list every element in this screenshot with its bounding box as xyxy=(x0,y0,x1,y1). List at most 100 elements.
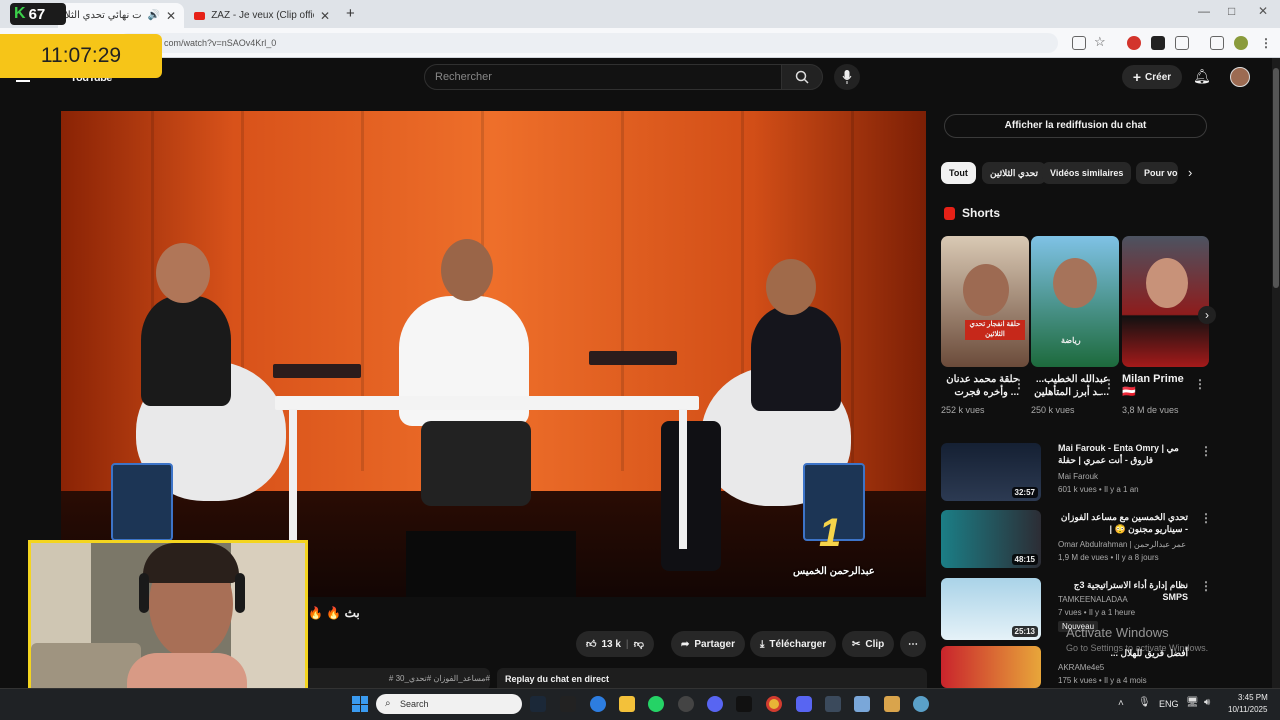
clip-button[interactable]: ✂ Clip xyxy=(842,631,895,657)
short-thumbnail-2[interactable]: رياضة xyxy=(1031,236,1119,367)
search-icon: ⌕ xyxy=(385,698,391,709)
short-menu-icon[interactable]: ⋮ xyxy=(1194,377,1206,391)
voice-search-button[interactable] xyxy=(834,64,860,90)
like-count: 13 k xyxy=(601,638,621,650)
minimize-button[interactable]: — xyxy=(1198,4,1210,18)
install-app-icon[interactable] xyxy=(1072,36,1086,50)
video-player[interactable]: 1 عبدالرحمن الخميس xyxy=(61,111,926,597)
stream-counter: K 67 xyxy=(10,3,66,25)
video-thumbnail-3[interactable]: 25:13 xyxy=(941,578,1041,640)
app-icon[interactable] xyxy=(913,696,929,712)
reading-list-icon[interactable] xyxy=(1210,36,1224,50)
chrome-icon[interactable] xyxy=(766,696,782,712)
chip-for-you[interactable]: Pour vo xyxy=(1136,162,1178,184)
maximize-button[interactable]: □ xyxy=(1228,4,1235,18)
clock-time[interactable]: 3:45 PM xyxy=(1238,693,1268,702)
clip-label: Clip xyxy=(865,638,885,650)
chip-all[interactable]: Tout xyxy=(941,162,976,184)
windows-start-icon[interactable] xyxy=(352,696,368,712)
channel-name-4[interactable]: AKRAMe4e5 xyxy=(1058,663,1104,672)
stream-timer: 11:07:29 xyxy=(0,34,162,78)
search-input[interactable]: Rechercher xyxy=(424,64,782,90)
video-menu-icon[interactable]: ⋮ xyxy=(1200,444,1212,458)
account-avatar[interactable] xyxy=(1230,67,1250,87)
new-tab-button[interactable]: + xyxy=(346,5,355,22)
more-actions-button[interactable]: ⋯ xyxy=(900,631,926,657)
short-title-3[interactable]: Milan Prime 🇦🇹 xyxy=(1122,373,1200,400)
short-title-1[interactable]: حلقة محمد عدنان ... وأخره فجرت xyxy=(941,373,1019,400)
chatgpt-icon[interactable] xyxy=(678,696,694,712)
chip-similar[interactable]: Vidéos similaires xyxy=(1042,162,1132,184)
network-icon[interactable]: 🖥︎ xyxy=(1186,697,1199,708)
page-scrollbar[interactable] xyxy=(1272,58,1280,688)
channel-name-3[interactable]: TAMKEENALADAA xyxy=(1058,595,1128,604)
app-icon[interactable] xyxy=(560,696,576,712)
player-card-number: 1 xyxy=(819,511,842,555)
plus-icon: + xyxy=(1132,69,1142,85)
edge-icon[interactable] xyxy=(590,696,606,712)
video-meta-2: 1,9 M de vues • Il y a 8 jours xyxy=(1058,553,1159,562)
video-thumbnail-4[interactable] xyxy=(941,646,1041,688)
short-title-2[interactable]: عبدالله الخطيب... ...ـد أبرز المتأهلين xyxy=(1031,373,1109,400)
hashtags-box[interactable]: #مساعد_الفوزان #تحدي_30 # xyxy=(300,668,490,690)
language-indicator[interactable]: ENG xyxy=(1159,699,1179,709)
tab-zaz-video[interactable]: ZAZ - Je veux (Clip officiel) - Yo ✕ xyxy=(186,3,338,28)
tray-chevron-icon[interactable]: ˄ xyxy=(1118,698,1124,709)
short-menu-icon[interactable]: ⋮ xyxy=(1103,377,1115,391)
file-explorer-icon[interactable] xyxy=(619,696,635,712)
whatsapp-icon[interactable] xyxy=(648,696,664,712)
tiktok-icon[interactable] xyxy=(736,696,752,712)
profile-avatar-icon[interactable] xyxy=(1234,36,1248,50)
show-chat-replay-button[interactable]: Afficher la rediffusion du chat xyxy=(944,114,1207,138)
video-title-2[interactable]: تحدي الخمسين مع مساعد الفوزان - سيناريو … xyxy=(1058,511,1188,535)
chip-challenge[interactable]: تحدي الثلاثين xyxy=(982,162,1046,184)
chevron-right-icon[interactable]: › xyxy=(1188,165,1192,180)
speaker-icon[interactable]: 🔊 xyxy=(147,10,159,21)
extensions-puzzle-icon[interactable] xyxy=(1175,36,1189,50)
adblock-extension-icon[interactable] xyxy=(1127,36,1141,50)
taskbar-search-box[interactable]: Search xyxy=(376,694,522,714)
download-button[interactable]: ⤓ Télécharger xyxy=(750,631,837,657)
app-icon[interactable] xyxy=(825,696,841,712)
browser-menu-icon[interactable]: ⋮ xyxy=(1260,36,1272,50)
obs-icon[interactable] xyxy=(707,696,723,712)
notifications-bell-icon[interactable]: 🔔︎ xyxy=(1193,68,1211,85)
steam-icon[interactable] xyxy=(530,696,546,712)
app-icon[interactable] xyxy=(854,696,870,712)
volume-icon[interactable]: 🔊︎ xyxy=(1204,697,1210,708)
video-thumbnail-1[interactable]: 32:57 xyxy=(941,443,1041,501)
short-thumbnail-3[interactable] xyxy=(1122,236,1209,367)
address-bar[interactable]: com/watch?v=nSAOv4Krl_0 xyxy=(118,33,1058,53)
scissors-icon: ✂ xyxy=(852,638,861,650)
like-button[interactable]: 👍︎ 13 k | 👎︎ xyxy=(576,631,654,657)
shorts-next-icon[interactable]: › xyxy=(1198,306,1216,324)
thumbs-down-icon[interactable]: 👎︎ xyxy=(634,638,644,650)
close-tab-icon[interactable]: ✕ xyxy=(320,9,330,23)
short-thumbnail-1[interactable]: حلقة انفجار تحدي الثلاثين xyxy=(941,236,1029,367)
bookmark-star-icon[interactable]: ☆ xyxy=(1094,34,1106,50)
headset-icon xyxy=(139,573,149,613)
extension-icon[interactable] xyxy=(1151,36,1165,50)
player-card-left xyxy=(111,463,173,541)
app-icon[interactable] xyxy=(884,696,900,712)
video-menu-icon[interactable]: ⋮ xyxy=(1200,579,1212,593)
discord-icon[interactable] xyxy=(796,696,812,712)
channel-name-1[interactable]: Mai Farouk xyxy=(1058,472,1098,481)
share-button[interactable]: ➦ Partager xyxy=(671,631,745,657)
clock-date[interactable]: 10/11/2025 xyxy=(1228,705,1267,714)
short-menu-icon[interactable]: ⋮ xyxy=(1013,377,1025,391)
tab-active-video[interactable]: ت نهائي تحدي الثلاثين كأ 🔊 ✕ xyxy=(58,3,184,28)
video-title-1[interactable]: Mai Farouk - Enta Omry | مي فاروق - أنت … xyxy=(1058,442,1188,466)
download-label: Télécharger xyxy=(769,638,827,650)
video-thumbnail-2[interactable]: 48:15 xyxy=(941,510,1041,568)
activate-windows-title: Activate Windows xyxy=(1066,625,1169,640)
search-button[interactable] xyxy=(781,64,823,90)
video-menu-icon[interactable]: ⋮ xyxy=(1200,511,1212,525)
white-table xyxy=(275,396,699,410)
close-tab-icon[interactable]: ✕ xyxy=(166,9,176,23)
channel-name-2[interactable]: Omar Abdulrahman | عمر عبدالرحمن xyxy=(1058,540,1188,549)
browser-tab-bar: ت نهائي تحدي الثلاثين كأ 🔊 ✕ ZAZ - Je ve… xyxy=(0,0,1280,28)
create-button[interactable]: + Créer xyxy=(1122,65,1182,89)
close-window-button[interactable]: ✕ xyxy=(1258,4,1268,18)
microphone-tray-icon[interactable]: 🎙︎ xyxy=(1138,697,1151,708)
